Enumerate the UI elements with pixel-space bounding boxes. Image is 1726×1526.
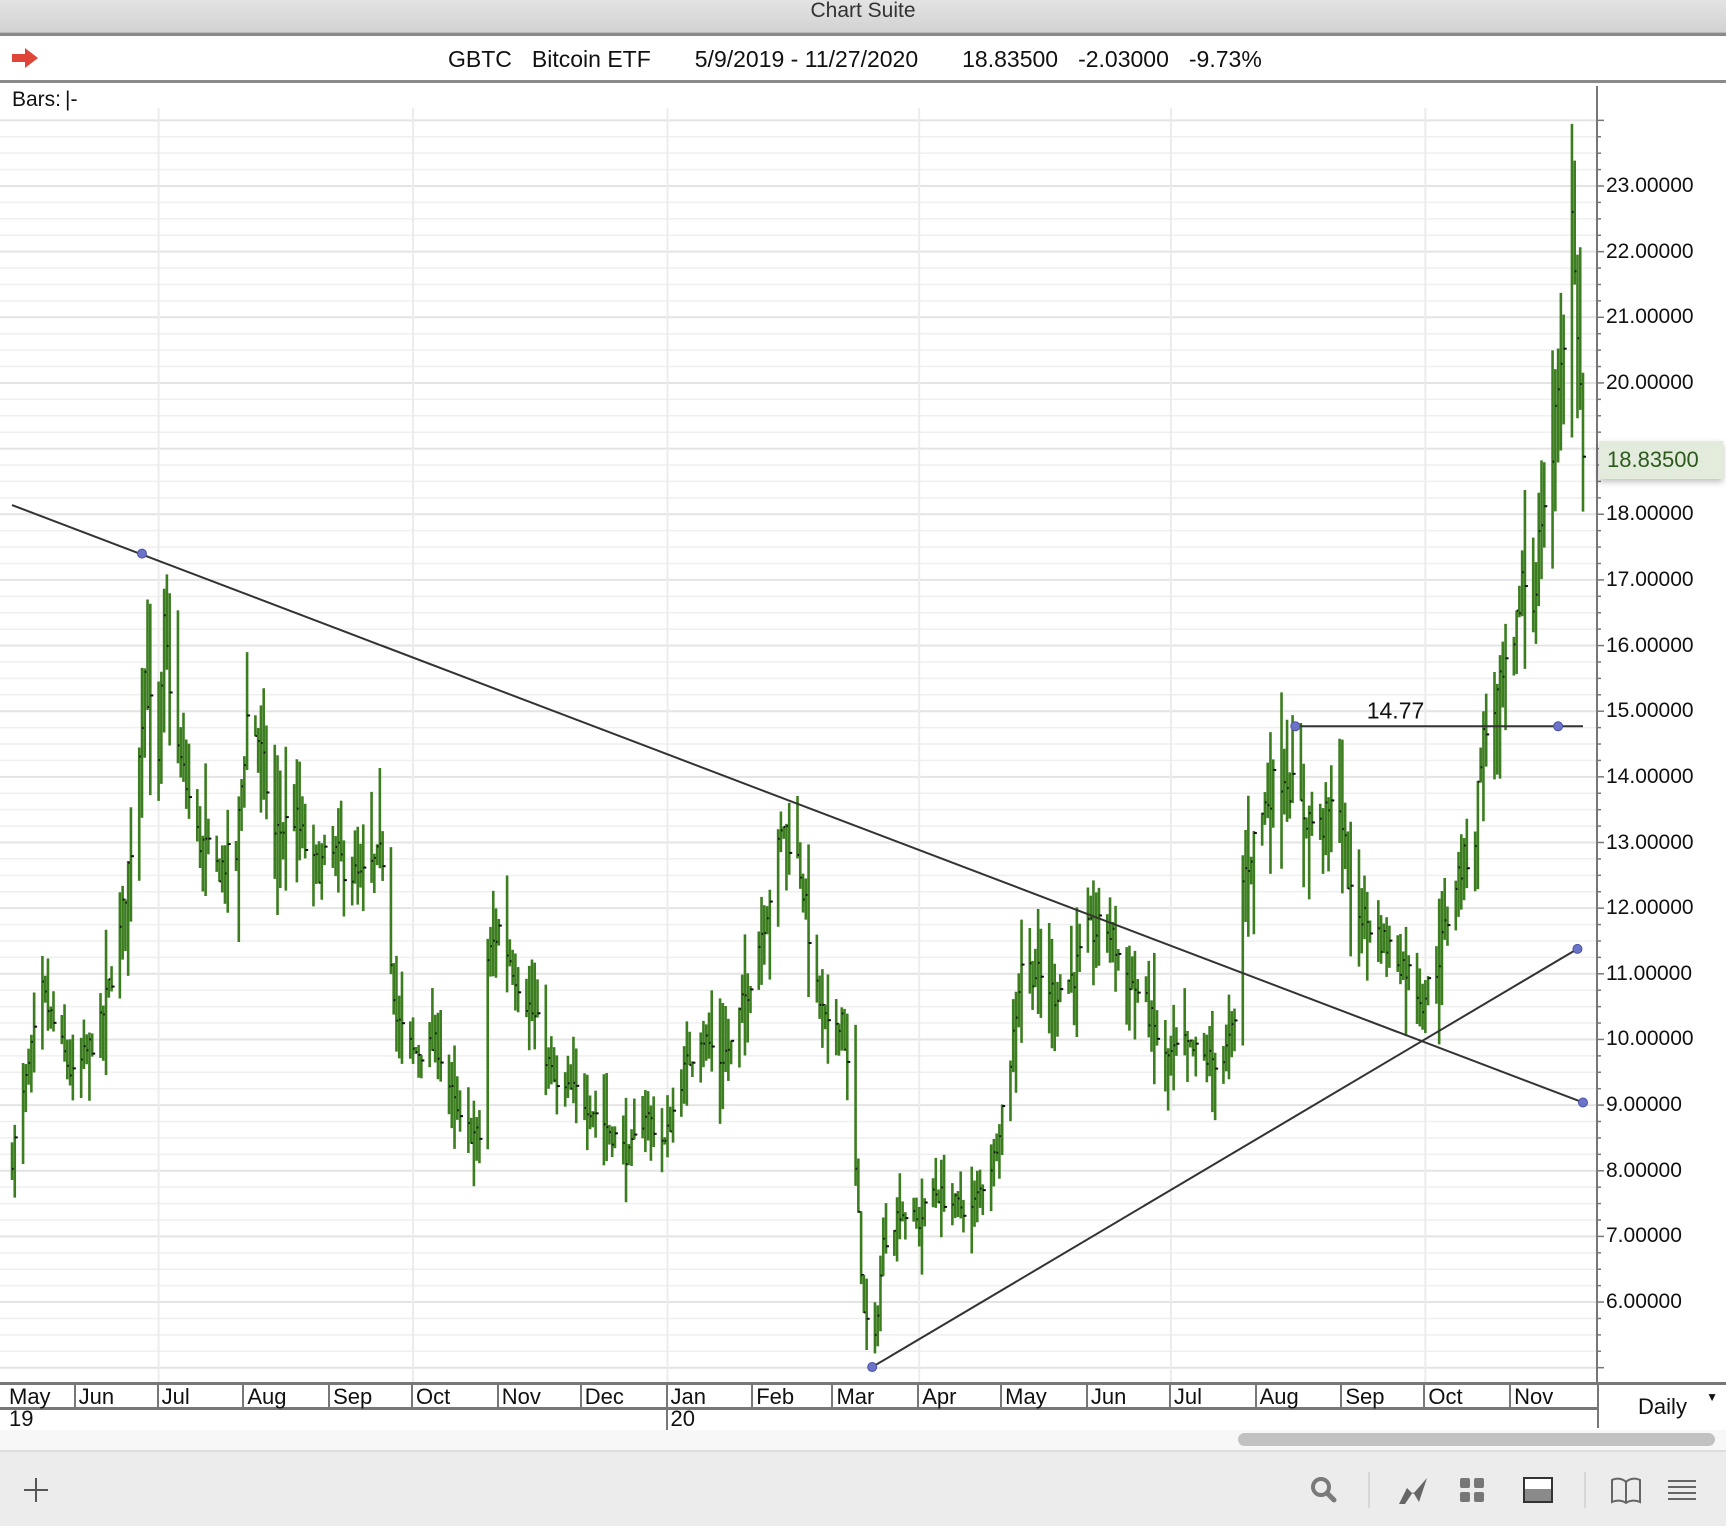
month-label: Oct — [1423, 1385, 1463, 1409]
month-label: Dec — [579, 1385, 624, 1409]
price-axis-label: 9.00000 — [1606, 1093, 1682, 1117]
symbol-name: Bitcoin ETF — [531, 46, 651, 72]
price-axis-label: 17.00000 — [1606, 567, 1694, 591]
scrollbar-thumb[interactable] — [1238, 1433, 1715, 1446]
price-axis-label: 22.00000 — [1606, 239, 1694, 263]
last-price: 18.83500 — [962, 46, 1059, 72]
trendline-handle — [1290, 721, 1301, 732]
line-chart-icon[interactable] — [1395, 1472, 1431, 1508]
year-label: 20 — [665, 1408, 695, 1430]
interval-value: Daily — [1638, 1394, 1687, 1419]
toolbar-separator — [1584, 1472, 1586, 1508]
horizontal-level-label: 14.77 — [1367, 697, 1425, 723]
price-axis-label: 16.00000 — [1606, 633, 1694, 657]
percent-change: -9.73% — [1188, 46, 1262, 72]
month-label: Jul — [1168, 1385, 1202, 1409]
price-axis-label: 8.00000 — [1606, 1158, 1682, 1182]
price-axis-label: 14.00000 — [1606, 764, 1694, 788]
book-icon[interactable] — [1608, 1472, 1644, 1508]
symbol-info: GBTC Bitcoin ETF 5/9/2019 - 11/27/2020 18.8… — [448, 46, 1282, 73]
month-label: Feb — [751, 1385, 794, 1409]
search-icon[interactable] — [1306, 1472, 1342, 1508]
symbol: GBTC — [448, 46, 512, 72]
chevron-down-icon: ▼ — [1706, 1390, 1718, 1404]
chart-header: GBTC Bitcoin ETF 5/9/2019 - 11/27/2020 18.8… — [0, 33, 1726, 83]
date-range: 5/9/2019 - 11/27/2020 — [694, 46, 919, 72]
price-axis-label: 11.00000 — [1606, 961, 1693, 985]
bars-style-label[interactable]: Bars: |- — [12, 88, 77, 112]
grid-icon[interactable] — [1454, 1472, 1490, 1508]
year-label: 19 — [9, 1406, 34, 1431]
bars-label-text: Bars: — [12, 88, 62, 111]
price-axis-label: 20.00000 — [1606, 370, 1694, 394]
trendline-handle — [867, 1362, 878, 1373]
month-label: Jun — [1085, 1385, 1126, 1409]
price-axis-label: 13.00000 — [1606, 830, 1694, 854]
uptrend-line — [871, 947, 1578, 1368]
bars-style-value: |- — [65, 88, 78, 111]
window-title: Chart Suite — [810, 0, 916, 22]
price-axis-label: 12.00000 — [1606, 896, 1694, 920]
red-arrow-icon[interactable] — [12, 48, 38, 68]
month-label: Nov — [1509, 1385, 1553, 1409]
trendline-handle — [136, 548, 147, 559]
downtrend-line — [11, 504, 1584, 1104]
price-axis-label: 21.00000 — [1606, 305, 1694, 329]
plus-icon[interactable] — [18, 1472, 54, 1508]
window-title-bar: Chart Suite — [0, 0, 1726, 33]
month-label: Jul — [156, 1385, 190, 1409]
price-chart[interactable]: 14.77 — [0, 86, 1726, 1382]
price-axis-label: 10.00000 — [1606, 1027, 1694, 1051]
bottom-toolbar — [0, 1452, 1726, 1526]
trendline-handle — [1553, 721, 1564, 732]
horizontal-scrollbar[interactable] — [0, 1430, 1726, 1452]
month-label: Jan — [665, 1385, 706, 1409]
toolbar-separator — [1368, 1472, 1370, 1508]
month-label: May — [9, 1384, 51, 1409]
month-label: Oct — [411, 1385, 450, 1409]
month-label: Apr — [917, 1385, 956, 1409]
month-label: Jun — [73, 1385, 114, 1409]
price-axis-label: 18.00000 — [1606, 502, 1694, 526]
price-axis-label: 7.00000 — [1606, 1224, 1682, 1248]
month-label: Nov — [496, 1385, 541, 1409]
date-axis: May Jun Jul Aug Sep Oct Nov Dec Jan Feb Mar Apr May J… — [0, 1382, 1597, 1431]
price-change: -2.03000 — [1078, 46, 1169, 72]
month-label: Aug — [242, 1385, 286, 1409]
trendline-handle — [1578, 1097, 1588, 1108]
month-label: May — [1000, 1385, 1047, 1409]
menu-icon[interactable] — [1664, 1472, 1700, 1508]
month-label: Sep — [328, 1385, 372, 1409]
price-axis-label: 23.00000 — [1606, 174, 1694, 197]
month-label: Mar — [831, 1385, 874, 1409]
month-label: Aug — [1254, 1385, 1299, 1409]
price-axis-label: 15.00000 — [1606, 699, 1694, 723]
month-label: Sep — [1340, 1385, 1385, 1409]
interval-dropdown[interactable]: Daily ▼ — [1597, 1382, 1726, 1428]
last-price-marker: 18.83500 — [1599, 441, 1723, 479]
price-axis-label: 6.00000 — [1606, 1290, 1682, 1314]
panel-icon[interactable] — [1520, 1472, 1556, 1508]
trendline-handle — [1572, 943, 1583, 954]
